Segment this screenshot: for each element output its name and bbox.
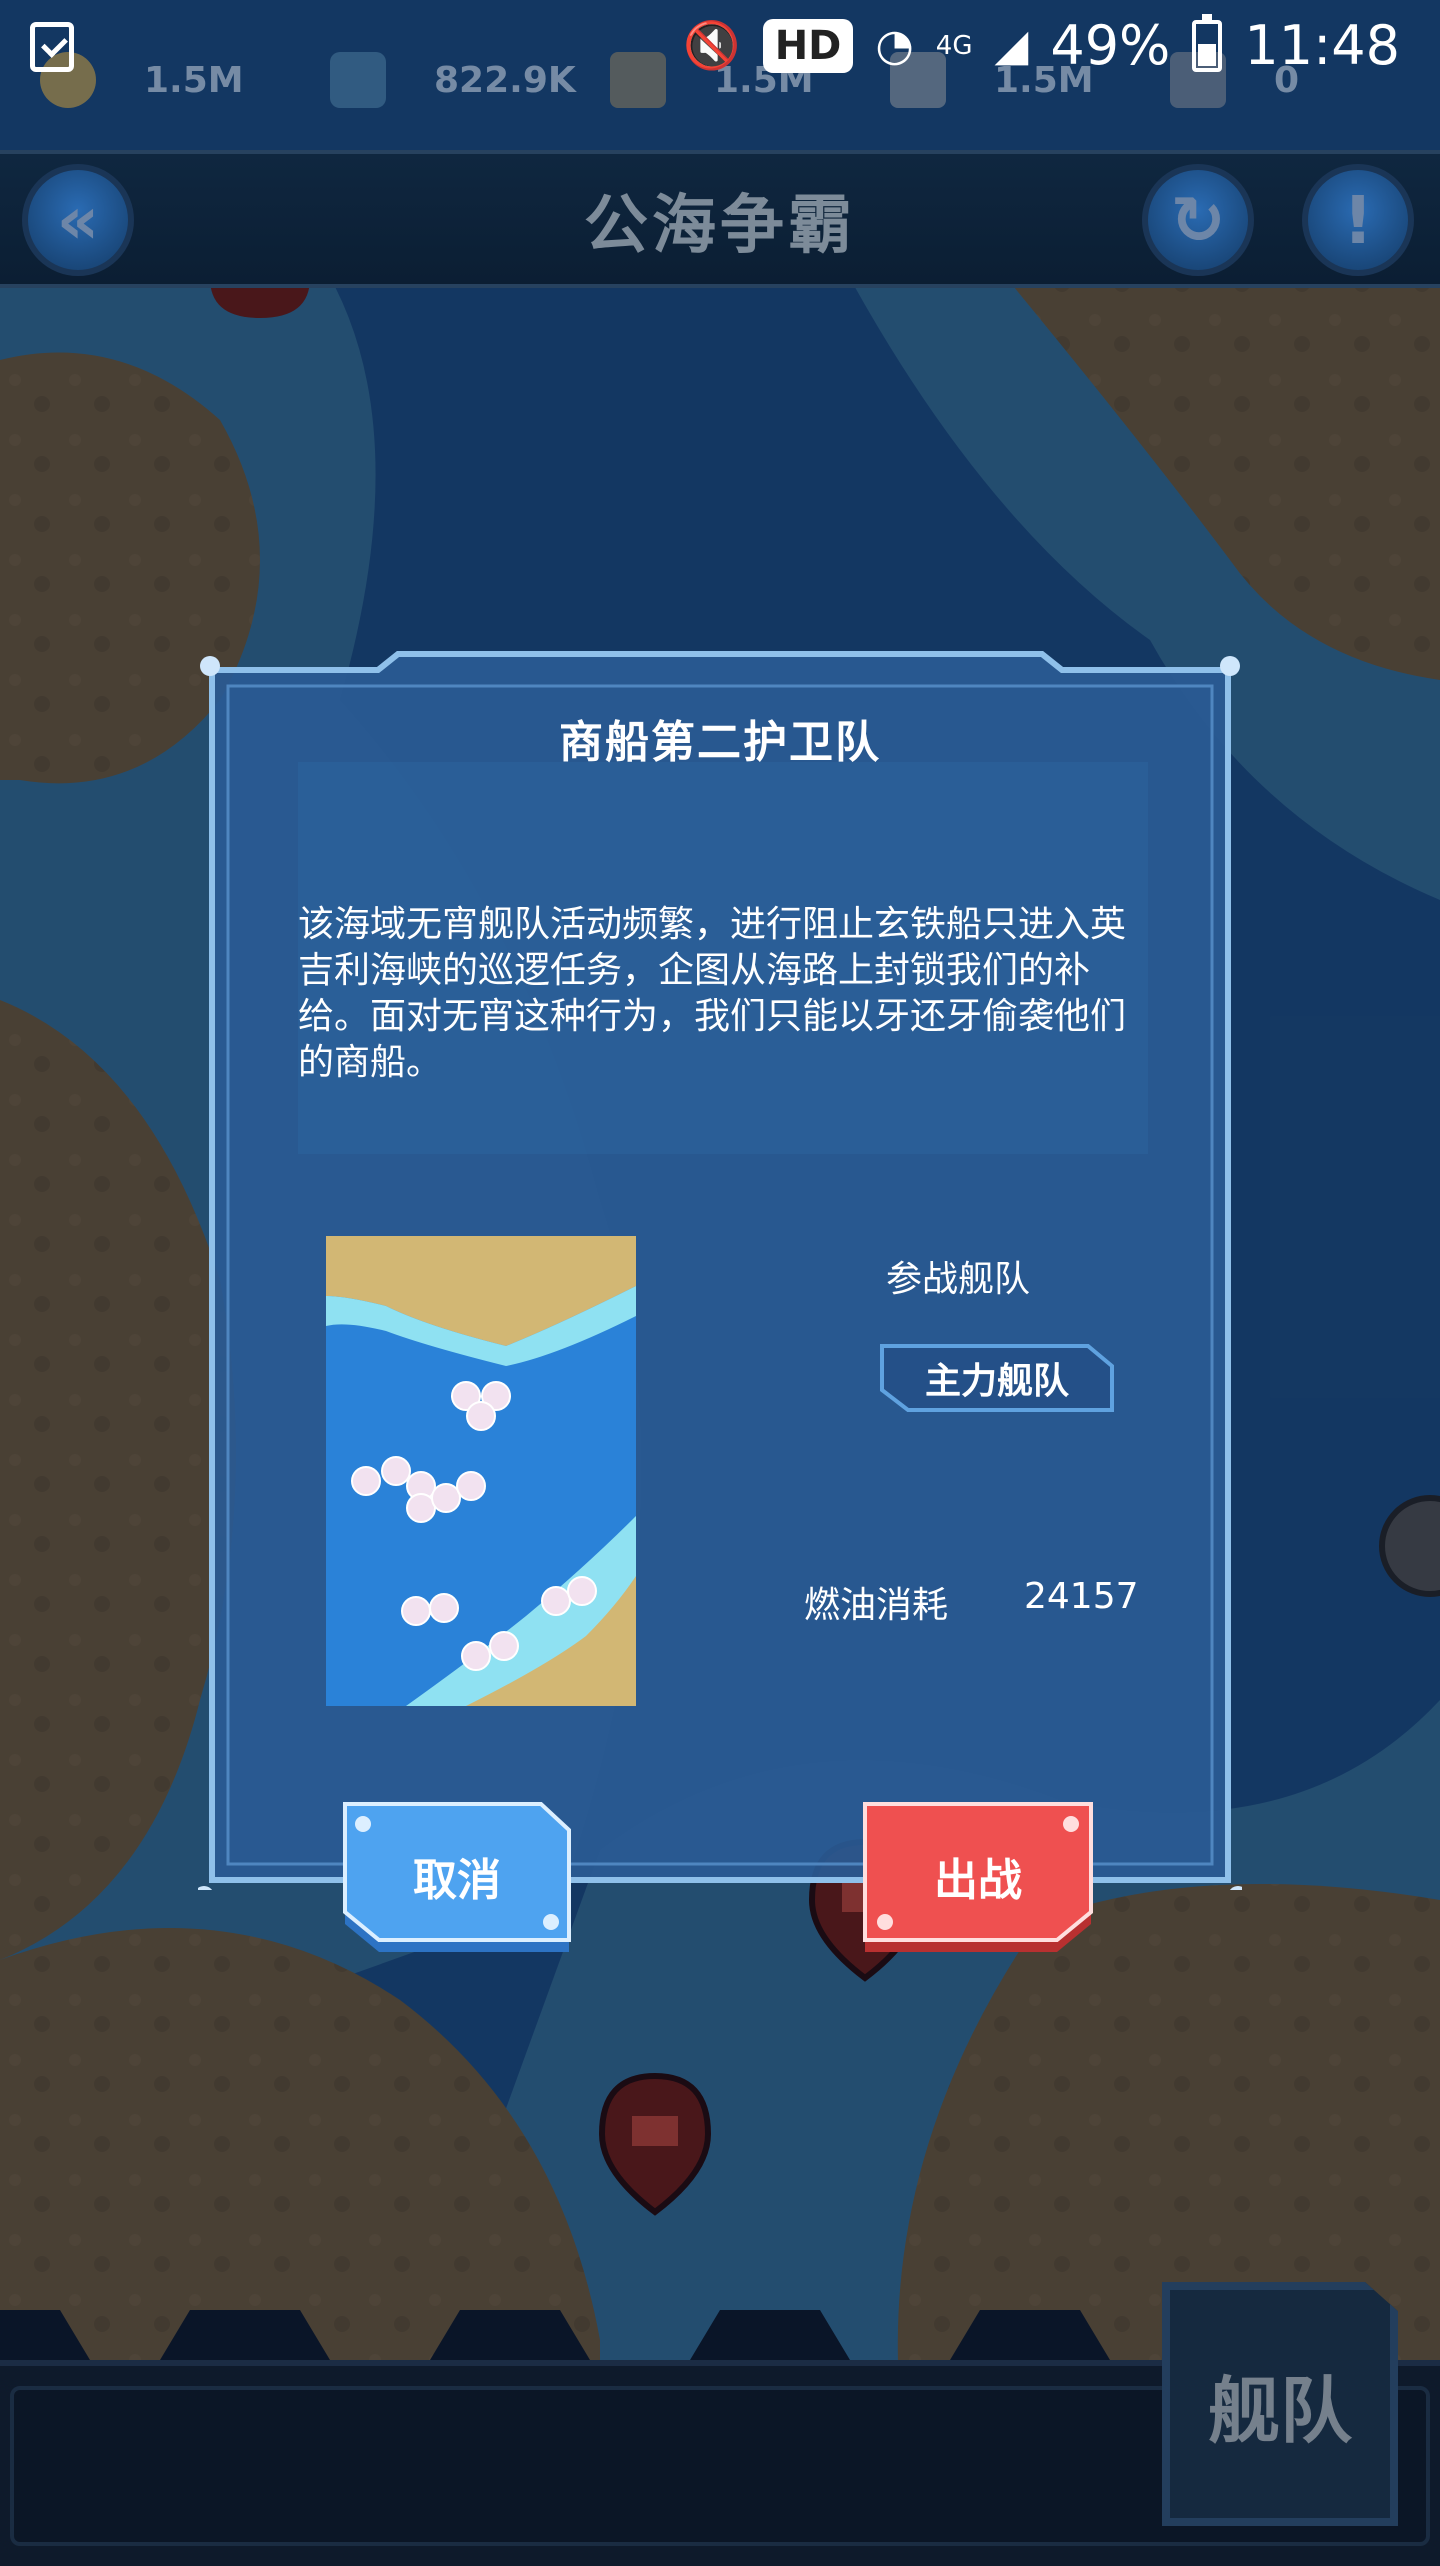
fuel-cost-value: 24157: [1024, 1576, 1139, 1617]
wifi-icon: ◔: [875, 20, 914, 71]
clock: 11:48: [1244, 14, 1400, 77]
info-button[interactable]: !: [1302, 164, 1414, 276]
battery-percent: 49%: [1050, 14, 1171, 77]
signal-icon: ◢: [994, 20, 1029, 71]
cancel-button-label: 取消: [413, 1855, 501, 1906]
fuel-cost-label: 燃油消耗: [804, 1585, 949, 1626]
mission-minimap: [326, 1236, 636, 1706]
fleet-selector[interactable]: 主力舰队: [878, 1340, 1116, 1416]
exclamation-icon: !: [1342, 181, 1374, 259]
signal-label: 4G: [935, 30, 973, 61]
hd-badge: HD: [762, 18, 854, 73]
refresh-icon: ↻: [1170, 181, 1226, 259]
sortie-button-label: 出战: [934, 1855, 1022, 1906]
fleet-label: 参战舰队: [886, 1259, 1031, 1300]
dialog-title: 商船第二护卫队: [559, 717, 881, 768]
task-check-icon: [30, 22, 74, 72]
cancel-button[interactable]: 取消: [341, 1800, 573, 1956]
top-nav: « 公海争霸 ↻ !: [0, 150, 1440, 288]
fleet-selector-label: 主力舰队: [924, 1361, 1069, 1402]
fleet-button-label: 舰队: [1207, 2368, 1352, 2453]
refresh-button[interactable]: ↻: [1142, 164, 1254, 276]
sortie-button[interactable]: 出战: [861, 1800, 1095, 1956]
mission-description: 该海域无宵舰队活动频繁，进行阻止玄铁船只进入英吉利海峡的巡逻任务，企图从海路上封…: [298, 904, 1127, 1083]
mute-icon: 🔇: [683, 18, 741, 72]
battery-icon: [1192, 13, 1223, 72]
fleet-button[interactable]: 舰队: [1162, 2282, 1398, 2526]
mission-dialog: 商船第二护卫队 该海域无宵舰队活动频繁，进行阻止玄铁船只进入英吉利海峡的巡逻任务…: [198, 650, 1242, 1952]
status-bar: 🔇 HD ◔ 4G ◢ 49% 11:48: [0, 0, 1440, 100]
